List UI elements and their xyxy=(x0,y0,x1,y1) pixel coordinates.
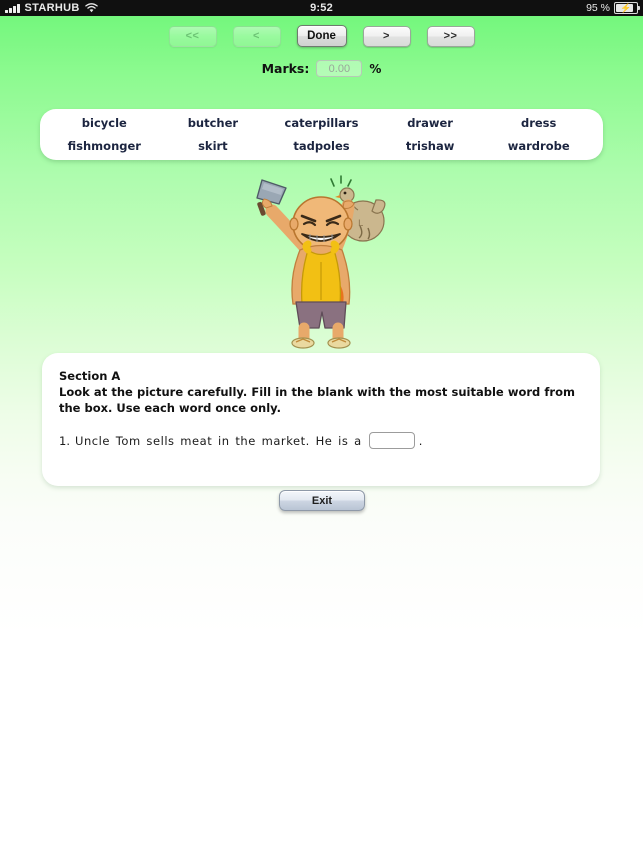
svg-text:L: L xyxy=(358,219,363,229)
word-option[interactable]: fishmonger xyxy=(50,139,159,153)
last-page-button[interactable]: >> xyxy=(426,25,475,47)
butcher-cartoon-illustration: L xyxy=(248,166,398,351)
battery-percent-label: 95 % xyxy=(586,2,610,14)
word-option[interactable]: caterpillars xyxy=(267,116,376,130)
status-bar-right: 95 % ⚡ xyxy=(586,2,643,14)
word-bank: bicycle butcher caterpillars drawer dres… xyxy=(40,109,603,160)
answer-input[interactable] xyxy=(368,432,415,449)
question-row: 1. Uncle Tom sells meat in the market. H… xyxy=(59,432,583,449)
word-option[interactable]: dress xyxy=(484,116,593,130)
clock-label: 9:52 xyxy=(310,2,333,14)
question-number: 1. xyxy=(59,433,70,448)
marks-input[interactable]: 0.00 xyxy=(316,60,363,77)
marks-row: Marks: 0.00 % xyxy=(0,60,643,77)
word-option[interactable]: drawer xyxy=(376,116,485,130)
marks-label: Marks: xyxy=(261,61,310,76)
word-option[interactable]: butcher xyxy=(159,116,268,130)
next-page-button[interactable]: > xyxy=(362,25,411,47)
word-option[interactable]: bicycle xyxy=(50,116,159,130)
question-text: Uncle Tom sells meat in the market. He i… xyxy=(74,433,362,448)
word-option[interactable]: tadpoles xyxy=(267,139,376,153)
navigation-toolbar: << < Done > >> xyxy=(0,25,643,47)
battery-charging-icon: ⚡ xyxy=(614,2,641,14)
done-button[interactable]: Done xyxy=(296,25,347,47)
section-instructions: Look at the picture carefully. Fill in t… xyxy=(59,385,575,415)
word-option[interactable]: trishaw xyxy=(376,139,485,153)
previous-page-button[interactable]: < xyxy=(232,25,281,47)
section-title: Section A xyxy=(59,369,121,383)
question-period: . xyxy=(418,433,423,448)
status-bar: STARHUB 9:52 95 % ⚡ xyxy=(0,0,643,16)
marks-percent-symbol: % xyxy=(369,61,382,76)
exit-button[interactable]: Exit xyxy=(279,490,365,511)
worksheet-page: << < Done > >> Marks: 0.00 % bicycle but… xyxy=(0,16,643,857)
first-page-button[interactable]: << xyxy=(168,25,217,47)
word-option[interactable]: skirt xyxy=(159,139,268,153)
section-card: Section A Look at the picture carefully.… xyxy=(42,353,600,486)
word-option[interactable]: wardrobe xyxy=(484,139,593,153)
